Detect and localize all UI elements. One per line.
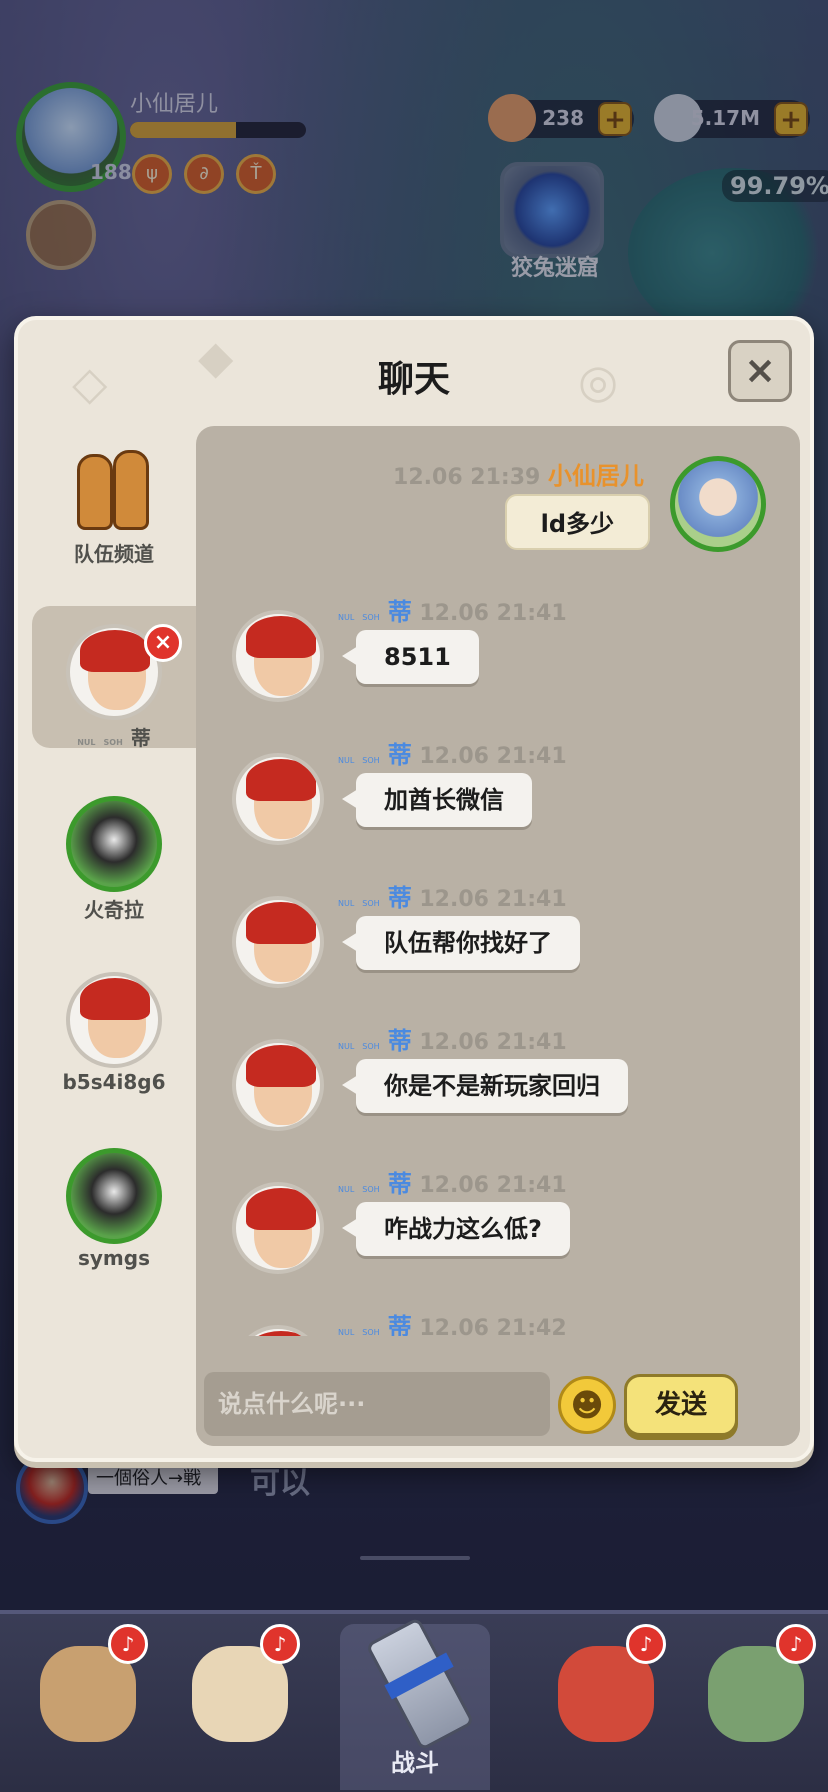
message-meta: NUL SOH 蒂 12.06 21:41 [338,735,567,770]
message-time: 12.06 21:39 [393,465,541,490]
caveman-figure [113,450,149,530]
chat-dialog: ◇ ◆ ◎ 聊天 × 队伍频道 × NULSOH蒂 火奇拉 b5s4i8g6 [14,316,814,1462]
sidebar-item-label: 火奇拉 [84,898,144,922]
avatar-hair [246,616,316,658]
sender-tag: NUL [338,613,355,622]
message-sender: 蒂 [387,741,412,769]
avatar-hair [80,978,150,1020]
sender-tag: NUL [338,1185,355,1194]
chat-message: NUL SOH 蒂 12.06 21:41 队伍帮你找好了 [196,874,800,1002]
contact-tag: NUL [77,738,96,747]
message-bubble: 咋战力这么低? [342,1202,570,1256]
sidebar-item-label: b5s4i8g6 [62,1070,166,1094]
chat-message: NUL SOH 蒂 12.06 21:41 你是不是新玩家回归 [196,1017,800,1145]
message-bubble: ld多少 [504,494,650,550]
notification-bell-icon: ♪ [626,1624,666,1664]
chat-messages-area[interactable]: 12.06 21:39 小仙居儿 ld多少 NUL SOH 蒂 12.06 21:4… [196,426,800,1446]
sender-avatar[interactable] [232,753,324,845]
sender-tag: NUL [338,756,355,765]
sender-tag: SOH [362,1185,380,1194]
nav-item-battle[interactable]: 战斗 [340,1616,490,1790]
input-bar: 说点什么呢··· ☻ 发送 [196,1336,800,1446]
message-time: 12.06 21:41 [419,744,567,769]
message-bubble: 你是不是新玩家回归 [342,1059,628,1113]
nav-item-tribe[interactable]: ♪ [12,1624,162,1790]
message-time: 12.06 21:41 [419,601,567,626]
own-message: 12.06 21:39 小仙居儿 ld多少 [196,426,800,566]
message-sender: 蒂 [387,598,412,626]
message-meta: 12.06 21:39 小仙居儿 [393,456,644,491]
sender-tag: SOH [362,613,380,622]
remove-contact-button[interactable]: × [144,624,182,662]
send-button[interactable]: 发送 [624,1374,738,1436]
sidebar-item-label: 蒂 [130,726,151,750]
sender-tag: NUL [338,1042,355,1051]
message-meta: NUL SOH 蒂 12.06 21:41 [338,1021,567,1056]
notification-bell-icon: ♪ [776,1624,816,1664]
sender-tag: SOH [362,1042,380,1051]
chat-message: NUL SOH 蒂 12.06 21:41 加酋长微信 [196,731,800,859]
message-meta: NUL SOH 蒂 12.06 21:41 [338,1164,567,1199]
message-sender: 蒂 [387,1027,412,1055]
nav-item-pet[interactable]: ♪ [530,1624,680,1790]
message-bubble: 队伍帮你找好了 [342,916,580,970]
close-button[interactable]: × [728,340,792,402]
dialog-title: 聊天 [377,359,450,400]
message-sender: 小仙居儿 [548,462,644,490]
message-time: 12.06 21:41 [419,887,567,912]
sidebar-item-contact[interactable]: b5s4i8g6 [32,972,196,1094]
message-time: 12.06 21:41 [419,1173,567,1198]
sender-avatar[interactable] [232,896,324,988]
avatar-hair [246,1045,316,1087]
message-meta: NUL SOH 蒂 12.06 21:41 [338,592,567,627]
sidebar-item-label: symgs [77,1246,150,1270]
caveman-figure [77,454,113,530]
sender-avatar[interactable] [232,1039,324,1131]
notification-bell-icon: ♪ [260,1624,300,1664]
sidebar-item-label: 队伍频道 [74,542,154,566]
sender-tag: SOH [362,899,380,908]
message-sender: 蒂 [387,1170,412,1198]
avatar-hair [246,759,316,801]
message-bubble: 加酋长微信 [342,773,532,827]
message-time: 12.06 21:41 [419,1030,567,1055]
emoji-icon[interactable]: ☻ [558,1376,616,1434]
message-meta: NUL SOH 蒂 12.06 21:41 [338,878,567,913]
nav-item-shop[interactable]: ♪ [680,1624,828,1790]
sender-tag: SOH [362,756,380,765]
avatar-hair [246,902,316,944]
chat-message: NUL SOH 蒂 12.06 21:41 咋战力这么低? [196,1160,800,1288]
message-bubble: 8511 [342,630,479,684]
nav-label: 战斗 [391,1749,439,1777]
avatar-hair [246,1188,316,1230]
chat-message: NUL SOH 蒂 12.06 21:41 8511 [196,588,800,716]
contact-tag: SOH [103,738,123,747]
sidebar-item-contact[interactable]: × NUL SOH 蒂 [32,606,196,750]
sidebar-item-contact[interactable]: 火奇拉 [32,796,196,923]
contact-avatar [66,1148,162,1244]
avatar-hair [80,630,150,672]
sender-avatar[interactable] [232,1182,324,1274]
team-channel-icon [69,444,159,534]
bottom-nav: ♪ ♪ 战斗 ♪ ♪ [0,1610,828,1792]
contact-avatar [66,972,162,1068]
chat-input[interactable]: 说点什么呢··· [204,1372,550,1436]
message-sender: 蒂 [387,884,412,912]
own-avatar[interactable] [670,456,766,552]
sender-tag: NUL [338,899,355,908]
contact-avatar [66,796,162,892]
nav-item-hero[interactable]: ♪ [164,1624,314,1790]
sidebar-item-contact[interactable]: symgs [32,1148,196,1270]
sender-avatar[interactable] [232,610,324,702]
notification-bell-icon: ♪ [108,1624,148,1664]
sidebar-item-team-channel[interactable]: 队伍频道 [32,444,196,566]
